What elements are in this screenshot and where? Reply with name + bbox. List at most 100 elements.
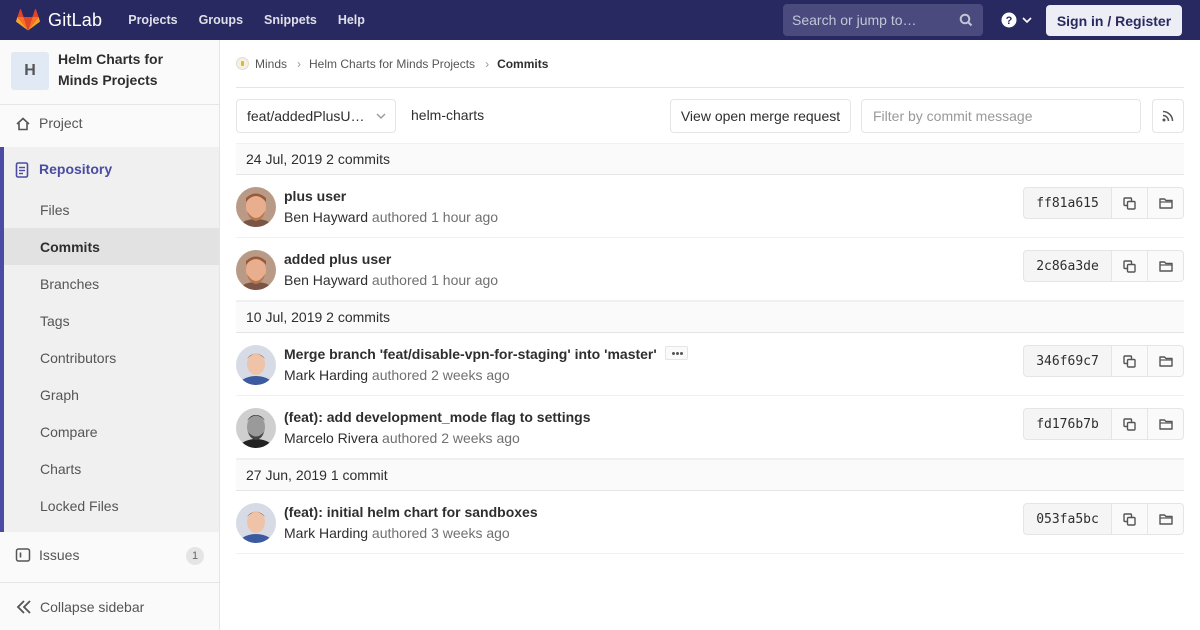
issues-count-badge: 1 bbox=[186, 547, 204, 565]
commit-author[interactable]: Ben Hayward bbox=[284, 272, 368, 288]
help-dropdown[interactable]: ? bbox=[1001, 12, 1032, 28]
copy-sha-button[interactable] bbox=[1112, 250, 1148, 282]
author-avatar[interactable] bbox=[236, 408, 276, 448]
search-icon bbox=[959, 13, 973, 27]
commit-meta: Mark Harding authored 2 weeks ago bbox=[284, 367, 510, 383]
commit-title[interactable]: (feat): initial helm chart for sandboxes bbox=[284, 504, 538, 520]
browse-files-button[interactable] bbox=[1148, 408, 1184, 440]
sidebar-item-issues[interactable]: Issues 1 bbox=[0, 544, 219, 566]
gitlab-logo[interactable]: GitLab bbox=[16, 9, 102, 31]
filter-placeholder: Filter by commit message bbox=[873, 108, 1033, 124]
commit-sha-button[interactable]: ff81a615 bbox=[1023, 187, 1112, 219]
author-avatar[interactable] bbox=[236, 250, 276, 290]
nav-snippets[interactable]: Snippets bbox=[264, 13, 317, 27]
brand-name: GitLab bbox=[48, 9, 103, 30]
top-navbar: GitLab Projects Groups Snippets Help Sea… bbox=[0, 0, 1200, 40]
view-merge-request-button[interactable]: View open merge request bbox=[670, 99, 851, 133]
sidebar-subitem-files[interactable]: Files bbox=[40, 202, 70, 218]
folder-icon bbox=[1158, 419, 1173, 430]
commit-title[interactable]: plus user bbox=[284, 188, 346, 204]
commit-authored-label: authored bbox=[368, 525, 432, 541]
copy-sha-button[interactable] bbox=[1112, 408, 1148, 440]
commit-sha-group: 2c86a3de bbox=[1023, 250, 1184, 282]
commit-author[interactable]: Ben Hayward bbox=[284, 209, 368, 225]
folder-icon bbox=[1158, 356, 1173, 367]
folder-icon bbox=[1158, 514, 1173, 525]
double-chevron-left-icon bbox=[16, 600, 31, 614]
commit-title-container: plus user bbox=[284, 188, 346, 204]
commit-time: 1 hour ago bbox=[431, 272, 499, 288]
sidebar-item-repository[interactable]: Repository bbox=[4, 157, 219, 181]
collapse-sidebar-button[interactable]: Collapse sidebar bbox=[0, 582, 219, 630]
project-header[interactable]: H Helm Charts for Minds Projects bbox=[0, 40, 219, 105]
author-avatar[interactable] bbox=[236, 503, 276, 543]
search-input[interactable]: Search or jump to… bbox=[783, 4, 983, 36]
commit-author[interactable]: Mark Harding bbox=[284, 367, 368, 383]
breadcrumb: Minds › Helm Charts for Minds Projects ›… bbox=[236, 40, 1184, 88]
commit-title[interactable]: Merge branch 'feat/disable-vpn-for-stagi… bbox=[284, 346, 657, 362]
commit-row: plus user Ben Hayward authored 1 hour ago… bbox=[236, 175, 1184, 238]
copy-icon bbox=[1123, 196, 1136, 210]
sidebar-subitem-graph[interactable]: Graph bbox=[40, 387, 79, 403]
sidebar-subitem-branches[interactable]: Branches bbox=[40, 276, 99, 292]
browse-files-button[interactable] bbox=[1148, 503, 1184, 535]
commit-row: (feat): initial helm chart for sandboxes… bbox=[236, 491, 1184, 554]
nav-projects[interactable]: Projects bbox=[128, 13, 177, 27]
sidebar-item-project[interactable]: Project bbox=[0, 113, 219, 135]
commit-title[interactable]: (feat): add development_mode flag to set… bbox=[284, 409, 590, 425]
commit-sha-button[interactable]: 053fa5bc bbox=[1023, 503, 1112, 535]
browse-files-button[interactable] bbox=[1148, 250, 1184, 282]
folder-icon bbox=[1158, 198, 1173, 209]
sign-in-button[interactable]: Sign in / Register bbox=[1046, 5, 1182, 36]
browse-files-button[interactable] bbox=[1148, 187, 1184, 219]
chevron-down-icon bbox=[376, 113, 386, 119]
repository-path[interactable]: helm-charts bbox=[411, 107, 484, 123]
sidebar-item-label: Project bbox=[39, 115, 83, 131]
commit-authored-label: authored bbox=[368, 209, 432, 225]
rss-feed-button[interactable] bbox=[1152, 99, 1184, 133]
commit-sha-button[interactable]: 2c86a3de bbox=[1023, 250, 1112, 282]
commit-author[interactable]: Marcelo Rivera bbox=[284, 430, 378, 446]
issues-icon bbox=[15, 548, 31, 562]
breadcrumb-project[interactable]: Helm Charts for Minds Projects bbox=[309, 57, 475, 71]
author-avatar[interactable] bbox=[236, 345, 276, 385]
commit-row: (feat): add development_mode flag to set… bbox=[236, 396, 1184, 459]
copy-sha-button[interactable] bbox=[1112, 345, 1148, 377]
commit-title-container: Merge branch 'feat/disable-vpn-for-stagi… bbox=[284, 346, 688, 362]
commit-author[interactable]: Mark Harding bbox=[284, 525, 368, 541]
nav-groups[interactable]: Groups bbox=[199, 13, 243, 27]
author-avatar[interactable] bbox=[236, 187, 276, 227]
home-icon bbox=[16, 117, 30, 131]
filter-commits-input[interactable]: Filter by commit message bbox=[861, 99, 1141, 133]
commit-authored-label: authored bbox=[368, 367, 432, 383]
main-content: Minds › Helm Charts for Minds Projects ›… bbox=[220, 40, 1200, 630]
breadcrumb-group[interactable]: Minds bbox=[255, 57, 287, 71]
commit-sha-button[interactable]: 346f69c7 bbox=[1023, 345, 1112, 377]
sidebar-subitem-charts[interactable]: Charts bbox=[40, 461, 81, 477]
commit-sha-group: ff81a615 bbox=[1023, 187, 1184, 219]
project-avatar: H bbox=[11, 52, 49, 90]
copy-icon bbox=[1123, 417, 1136, 431]
toggle-description-button[interactable] bbox=[664, 346, 688, 361]
commit-authored-label: authored bbox=[378, 430, 442, 446]
sidebar-subitem-locked-files[interactable]: Locked Files bbox=[40, 498, 119, 514]
sidebar-subitem-commits[interactable]: Commits bbox=[40, 239, 100, 255]
copy-sha-button[interactable] bbox=[1112, 503, 1148, 535]
sidebar-subitem-compare[interactable]: Compare bbox=[40, 424, 98, 440]
search-placeholder: Search or jump to… bbox=[792, 12, 917, 28]
sidebar-subitem-tags[interactable]: Tags bbox=[40, 313, 70, 329]
copy-icon bbox=[1123, 354, 1136, 368]
nav-help[interactable]: Help bbox=[338, 13, 365, 27]
commit-sha-group: 053fa5bc bbox=[1023, 503, 1184, 535]
commit-title[interactable]: added plus user bbox=[284, 251, 391, 267]
commit-time: 2 weeks ago bbox=[441, 430, 520, 446]
commit-day-header: 27 Jun, 2019 1 commit bbox=[236, 459, 1184, 491]
commit-sha-button[interactable]: fd176b7b bbox=[1023, 408, 1112, 440]
breadcrumb-current[interactable]: Commits bbox=[497, 57, 548, 71]
commit-sha-group: fd176b7b bbox=[1023, 408, 1184, 440]
branch-selector[interactable]: feat/addedPlusU… bbox=[236, 99, 396, 133]
collapse-sidebar-label: Collapse sidebar bbox=[40, 599, 145, 615]
copy-sha-button[interactable] bbox=[1112, 187, 1148, 219]
browse-files-button[interactable] bbox=[1148, 345, 1184, 377]
sidebar-subitem-contributors[interactable]: Contributors bbox=[40, 350, 116, 366]
